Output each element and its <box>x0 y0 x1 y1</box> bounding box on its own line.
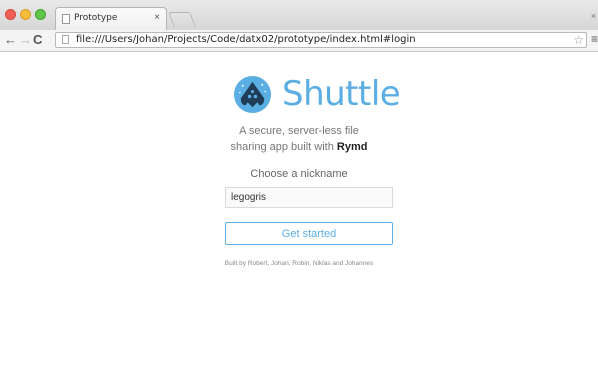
tagline: A secure, server-less file sharing app b… <box>0 123 598 155</box>
window-minimize-button[interactable] <box>20 9 31 20</box>
nickname-input[interactable] <box>225 187 393 208</box>
window-close-icon[interactable]: × <box>591 11 596 21</box>
forward-arrow-icon[interactable]: → <box>19 32 32 48</box>
get-started-button[interactable]: Get started <box>225 222 393 245</box>
browser-window: Prototype × × ← → C file:///Users/Johan/… <box>0 0 598 389</box>
tab-bar: Prototype × × <box>0 0 598 31</box>
menu-icon[interactable]: ≡ <box>591 32 598 46</box>
star-icon[interactable]: ☆ <box>573 33 584 47</box>
tab-prototype[interactable]: Prototype × <box>55 7 167 30</box>
rymd-link[interactable]: Rymd <box>337 141 368 153</box>
tagline-line-1: A secure, server-less file <box>239 125 359 137</box>
tab-close-icon[interactable]: × <box>154 12 160 23</box>
reload-icon[interactable]: C <box>33 32 42 48</box>
page-icon <box>62 14 70 24</box>
credits: Built by Robert, Johan, Robin, Niklas an… <box>224 260 374 267</box>
browser-toolbar: ← → C file:///Users/Johan/Projects/Code/… <box>0 30 598 52</box>
nickname-label: Choose a nickname <box>250 168 348 180</box>
tagline-line-2: sharing app built with Rymd <box>0 139 598 155</box>
window-close-button[interactable] <box>5 9 16 20</box>
back-arrow-icon[interactable]: ← <box>4 32 17 48</box>
shuttle-logo-icon <box>233 75 272 114</box>
address-bar[interactable]: file:///Users/Johan/Projects/Code/datx02… <box>55 32 587 48</box>
page-content: Shuttle A secure, server-less file shari… <box>0 52 598 389</box>
new-tab-button[interactable] <box>168 12 196 27</box>
tagline-prefix: sharing app built with <box>230 141 337 153</box>
tab-title: Prototype <box>74 13 118 23</box>
url-text[interactable]: file:///Users/Johan/Projects/Code/datx02… <box>76 34 416 45</box>
window-zoom-button[interactable] <box>35 9 46 20</box>
page-icon <box>62 35 69 44</box>
brand-name: Shuttle <box>282 74 401 114</box>
